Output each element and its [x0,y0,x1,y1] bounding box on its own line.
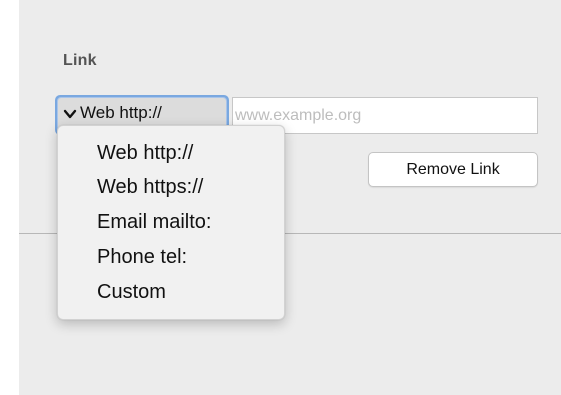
protocol-selected-value: Web http:// [80,103,162,122]
chevron-down-icon [63,107,77,121]
menu-item-custom[interactable]: Custom [97,280,166,304]
menu-item-phone-tel[interactable]: Phone tel: [97,245,187,269]
remove-link-button[interactable]: Remove Link [368,152,538,187]
menu-item-web-http[interactable]: Web http:// [97,141,193,165]
menu-item-email-mailto[interactable]: Email mailto: [97,210,211,234]
menu-item-web-https[interactable]: Web https:// [97,175,203,199]
link-section-title: Link [63,52,97,69]
protocol-dropdown-menu: Web http:// Web https:// Email mailto: P… [57,125,285,320]
